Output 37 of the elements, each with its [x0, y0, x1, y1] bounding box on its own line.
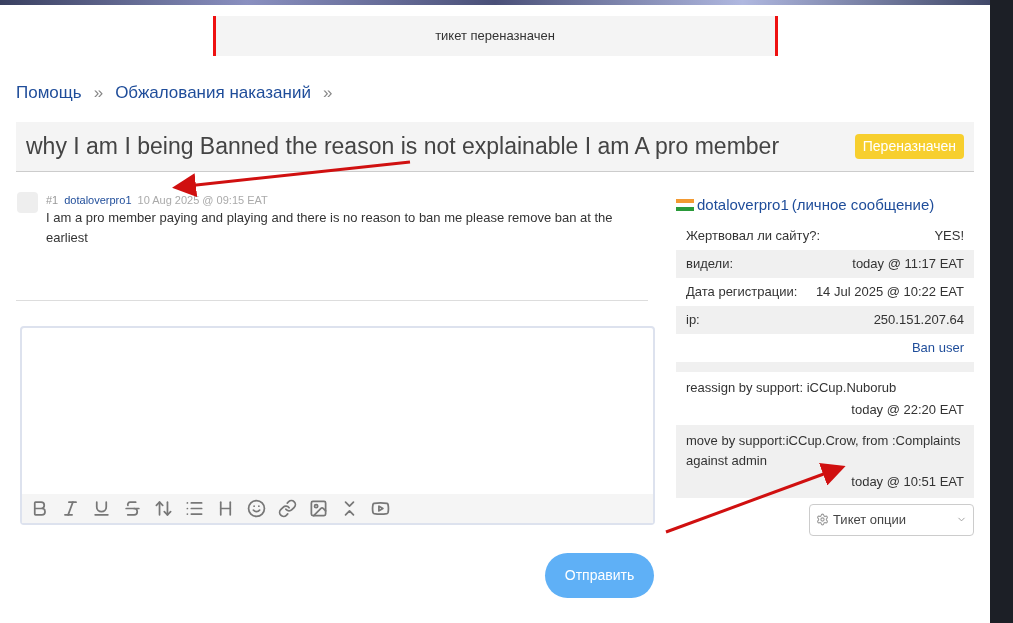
info-label: Дата регистрации:	[686, 283, 798, 302]
status-badge: Переназначен	[854, 133, 964, 159]
info-value: 14 Jul 2025 @ 10:22 EAT	[815, 283, 964, 302]
strikethrough-icon[interactable]	[123, 499, 142, 518]
info-value: 250.151.207.64	[873, 311, 964, 330]
smiley-icon[interactable]	[247, 499, 266, 518]
info-label: Жертвовал ли сайту?:	[686, 227, 821, 246]
italic-icon[interactable]	[61, 499, 80, 518]
ban-user-link[interactable]: Ban user	[911, 338, 964, 358]
history-time: today @ 10:51 EAT	[851, 473, 965, 491]
link-icon[interactable]	[278, 499, 297, 518]
author-link[interactable]: dotaloverpro1	[64, 191, 132, 208]
post-number: #1	[46, 192, 59, 208]
list-icon[interactable]	[185, 499, 204, 518]
info-label: ip:	[686, 311, 700, 330]
breadcrumb-link[interactable]: Обжалования наказаний	[115, 80, 311, 106]
ticket-title: why I am I being Banned the reason is not explainable I am A pro member	[26, 131, 780, 161]
video-icon[interactable]	[371, 499, 390, 518]
breadcrumb-separator: »	[322, 82, 333, 104]
post-date: 10 Aug 2025 @ 09:15 EAT	[137, 192, 268, 208]
image-icon[interactable]	[309, 499, 328, 518]
info-value: YES!	[934, 227, 964, 246]
history-time: today @ 22:20 EAT	[851, 400, 965, 419]
info-label: видели:	[686, 255, 733, 274]
ticket-options-dropdown[interactable]: Тикет опции	[809, 503, 974, 536]
history-text: reassign by support: iCCup.Nuborub	[686, 379, 898, 397]
gear-icon	[816, 513, 829, 526]
breadcrumb-link[interactable]: Помощь	[16, 80, 82, 106]
line-height-icon[interactable]	[154, 499, 173, 518]
info-value: today @ 11:17 EAT	[852, 255, 964, 274]
notice-bar: тикет переназначен	[212, 16, 778, 56]
post-text: I am a pro member paying and playing and there is no reason to ban me please remove ban at the earliest	[46, 209, 614, 247]
user-link[interactable]: dotaloverpro1	[697, 193, 789, 216]
breadcrumb-separator: »	[93, 82, 104, 104]
flag-icon	[676, 198, 694, 211]
underline-icon[interactable]	[92, 499, 111, 518]
private-message-link[interactable]: (личное сообщение)	[791, 193, 935, 216]
